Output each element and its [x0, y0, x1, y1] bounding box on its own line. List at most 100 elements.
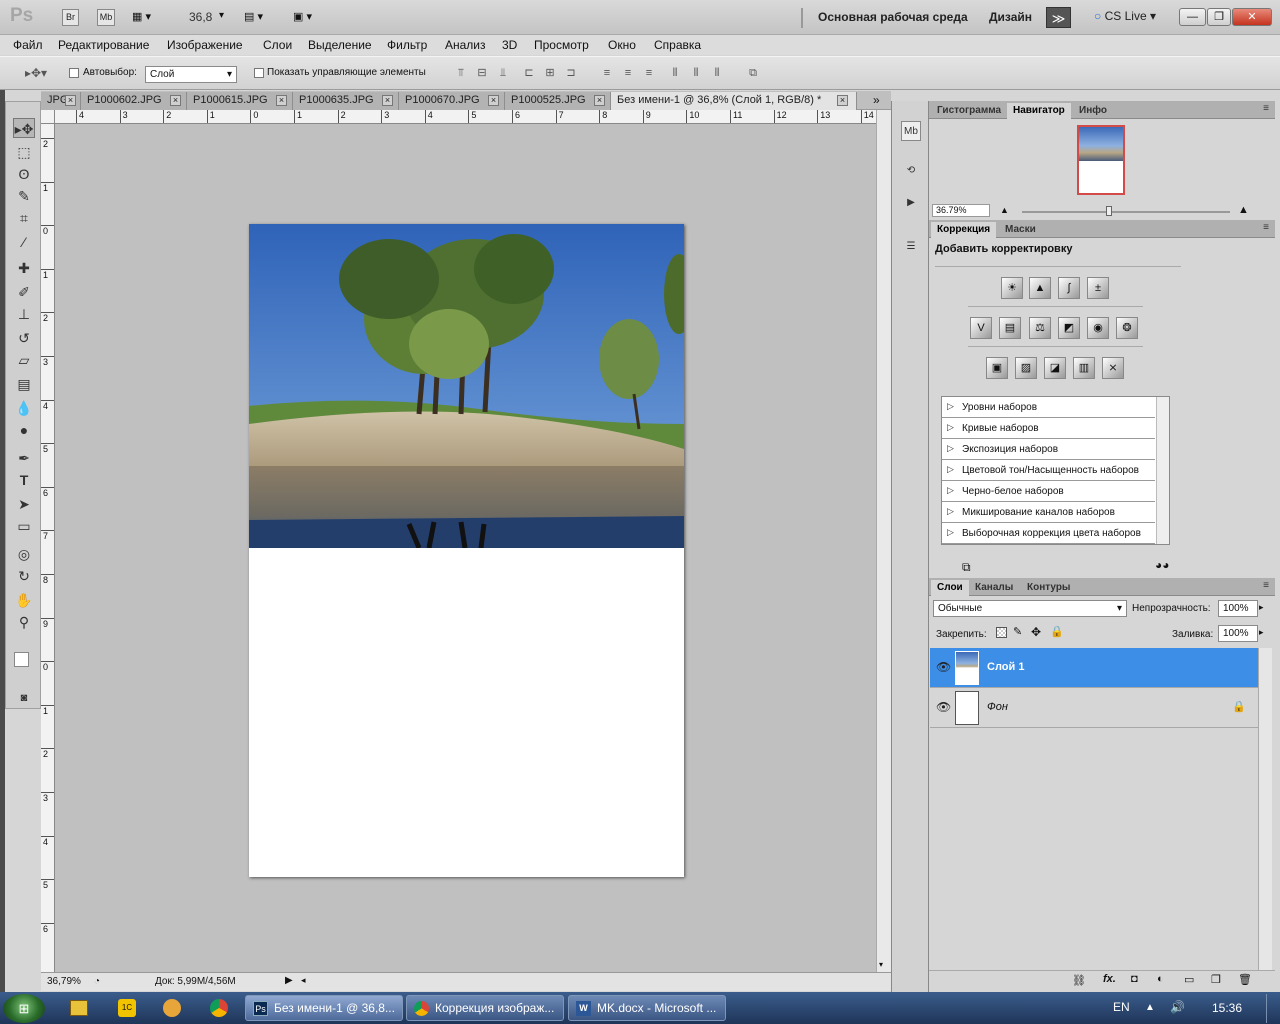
document-tab[interactable]: P1000615.JPG ×	[187, 92, 293, 110]
lock-pixels-icon[interactable]: ✎	[1013, 625, 1022, 638]
channel-mixer-icon[interactable]: ❂	[1116, 317, 1138, 339]
document-tab[interactable]: P1000635.JPG ×	[293, 92, 399, 110]
tray-expand-icon[interactable]: ▲	[1145, 1002, 1155, 1013]
align-left-icon[interactable]: ⊏	[522, 66, 536, 80]
taskbar-word[interactable]: W MK.docx - Microsoft ...	[568, 995, 726, 1021]
menu-help[interactable]: Справка	[654, 38, 701, 52]
hue-saturation-icon[interactable]: ▤	[999, 317, 1021, 339]
menu-analysis[interactable]: Анализ	[445, 38, 486, 52]
zoom-level[interactable]: 36,8	[189, 10, 212, 24]
tab-info[interactable]: Инфо	[1073, 103, 1113, 119]
opacity-field[interactable]: 100%	[1218, 600, 1258, 617]
fill-field[interactable]: 100%	[1218, 625, 1258, 642]
layer-row[interactable]: 👁 Фон 🔒	[930, 688, 1258, 728]
menu-window[interactable]: Окно	[608, 38, 636, 52]
distribute-bottom-icon[interactable]: ≡	[642, 66, 656, 80]
layer-comps-panel-icon[interactable]: ☰	[901, 237, 921, 257]
fill-slider-arrow-icon[interactable]: ▸	[1259, 627, 1264, 638]
photo-filter-icon[interactable]: ◉	[1087, 317, 1109, 339]
layer-row-selected[interactable]: 👁 Слой 1	[930, 648, 1258, 688]
3d-rotate-tool-icon[interactable]: ◎	[13, 544, 35, 564]
preset-item[interactable]: ▷ Выборочная коррекция цвета наборов	[942, 523, 1155, 544]
tabs-overflow-button[interactable]: »	[873, 93, 880, 107]
marquee-tool-icon[interactable]: ⬚	[13, 142, 35, 162]
shape-tool-icon[interactable]: ▭	[13, 516, 35, 536]
tab-navigator[interactable]: Навигатор	[1007, 103, 1071, 119]
history-panel-icon[interactable]: ⟲	[901, 161, 921, 181]
menu-layers[interactable]: Слои	[263, 38, 292, 52]
navigator-preview[interactable]	[1077, 125, 1125, 195]
black-white-icon[interactable]: ◩	[1058, 317, 1080, 339]
dodge-tool-icon[interactable]: ●	[13, 420, 35, 440]
blur-tool-icon[interactable]: 💧	[13, 398, 35, 418]
show-transform-controls-checkbox[interactable]	[254, 68, 264, 78]
quick-selection-tool-icon[interactable]: ✎	[13, 186, 35, 206]
crop-tool-icon[interactable]: ⌗	[13, 208, 35, 228]
view-extras-menu[interactable]: ▦ ▾	[132, 10, 166, 25]
tab-close-icon[interactable]: ×	[382, 95, 393, 106]
visibility-eye-icon[interactable]: 👁	[936, 660, 951, 674]
color-balance-icon[interactable]: ⚖	[1029, 317, 1051, 339]
quicklaunch-app-icon[interactable]	[70, 1000, 88, 1016]
layer-name[interactable]: Слой 1	[987, 661, 1024, 673]
visibility-eye-icon[interactable]: 👁	[936, 700, 951, 714]
minimize-button[interactable]: —	[1179, 8, 1206, 26]
close-button[interactable]: ✕	[1232, 8, 1272, 26]
show-desktop-button[interactable]	[1266, 994, 1279, 1023]
hand-tool-icon[interactable]: ✋	[13, 590, 35, 610]
workspace-design[interactable]: Дизайн	[989, 10, 1032, 24]
document-tab[interactable]: P1000602.JPG ×	[81, 92, 187, 110]
move-tool-preset-icon[interactable]: ▸✥▾	[22, 66, 50, 80]
healing-brush-tool-icon[interactable]: ✚	[13, 258, 35, 278]
preset-item[interactable]: ▷ Черно-белое наборов	[942, 481, 1155, 502]
clone-stamp-tool-icon[interactable]: ⊥	[13, 304, 35, 324]
distribute-top-icon[interactable]: ≡	[600, 66, 614, 80]
document-tab[interactable]: JPG ×	[41, 92, 81, 110]
taskbar-photoshop[interactable]: Ps Без имени-1 @ 36,8...	[245, 995, 403, 1021]
navigator-zoom-field[interactable]: 36.79%	[932, 204, 990, 217]
auto-align-layers-icon[interactable]: ⧉	[746, 66, 760, 80]
align-top-icon[interactable]: ⫪	[454, 66, 468, 80]
vertical-ruler[interactable]: 2 1 0 1 2 3 4 5 6 7 8 9 0 1 2 3 4 5 6	[41, 124, 55, 972]
tab-adjustments[interactable]: Коррекция	[931, 222, 997, 238]
autoselect-checkbox[interactable]	[69, 68, 79, 78]
lock-transparent-icon[interactable]	[996, 627, 1007, 638]
tab-close-icon[interactable]: ×	[170, 95, 181, 106]
menu-filter[interactable]: Фильтр	[387, 38, 427, 52]
menu-edit[interactable]: Редактирование	[58, 38, 149, 52]
adjustment-options-icon[interactable]: ◕◕	[1155, 558, 1170, 572]
3d-orbit-tool-icon[interactable]: ↻	[13, 566, 35, 586]
opacity-slider-arrow-icon[interactable]: ▸	[1259, 602, 1264, 613]
preset-item[interactable]: ▷ Микширование каналов наборов	[942, 502, 1155, 523]
link-layers-icon[interactable]: ⛓	[1072, 974, 1086, 987]
zoom-out-icon[interactable]: ▲	[1000, 205, 1009, 215]
zoom-dropdown-icon[interactable]: ▾	[219, 10, 224, 21]
volume-icon[interactable]: 🔊	[1170, 1000, 1185, 1014]
arrange-documents-menu[interactable]: ▤ ▾	[244, 10, 263, 23]
lock-position-icon[interactable]: ✥	[1031, 625, 1041, 639]
threshold-icon[interactable]: ◪	[1044, 357, 1066, 379]
eraser-tool-icon[interactable]: ▱	[13, 350, 35, 370]
gradient-map-icon[interactable]: ▥	[1073, 357, 1095, 379]
status-zoom[interactable]: 36,79%	[47, 976, 87, 989]
status-menu-arrow-icon[interactable]: ▶	[285, 975, 293, 986]
scroll-left-icon[interactable]: ◂	[301, 975, 306, 986]
clock[interactable]: 15:36	[1212, 1001, 1242, 1015]
gradient-tool-icon[interactable]: ▤	[13, 374, 35, 394]
selective-color-icon[interactable]: ⨯	[1102, 357, 1124, 379]
workspace-essentials[interactable]: Основная рабочая среда	[818, 10, 968, 24]
quicklaunch-app-icon[interactable]	[163, 999, 181, 1017]
distribute-left-icon[interactable]: ⦀	[668, 66, 682, 80]
status-zoom-icon[interactable]: ◔	[94, 976, 100, 987]
preset-item[interactable]: ▷ Уровни наборов	[942, 397, 1155, 418]
more-workspaces-button[interactable]: ≫	[1046, 7, 1071, 28]
navigator-zoom-handle[interactable]	[1106, 206, 1112, 216]
delete-layer-icon[interactable]: 🗑	[1238, 973, 1252, 986]
invert-icon[interactable]: ▣	[986, 357, 1008, 379]
panel-menu-icon[interactable]: ≡	[1263, 222, 1269, 233]
path-selection-tool-icon[interactable]: ➤	[13, 494, 35, 514]
zoom-in-icon[interactable]: ▲	[1238, 204, 1249, 216]
menu-3d[interactable]: 3D	[502, 38, 517, 52]
tab-close-icon[interactable]: ×	[65, 95, 76, 106]
history-brush-tool-icon[interactable]: ↺	[13, 328, 35, 348]
